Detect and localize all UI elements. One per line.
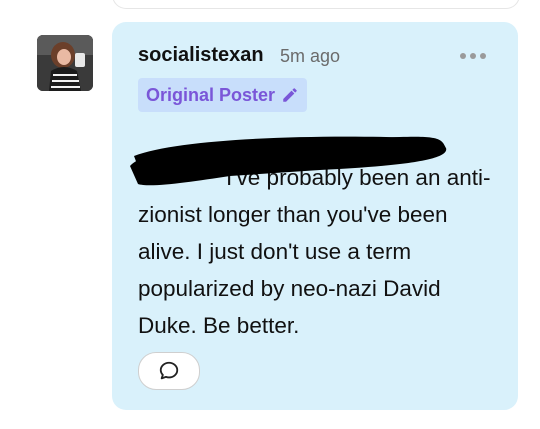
badge-label: Original Poster: [146, 84, 276, 105]
avatar-image: [37, 35, 93, 91]
redaction-scribble: [130, 136, 447, 186]
more-dot: [480, 53, 486, 59]
previous-comment-card: [112, 0, 520, 9]
pencil-icon: [283, 88, 297, 102]
more-dot: [470, 53, 476, 59]
username[interactable]: socialistexan: [138, 44, 264, 67]
more-options-button[interactable]: [460, 53, 486, 59]
original-poster-badge: Original Poster: [138, 78, 308, 112]
timestamp: 5m ago: [280, 46, 341, 66]
more-dot: [460, 53, 466, 59]
reply-button[interactable]: [138, 352, 200, 390]
avatar[interactable]: [37, 35, 93, 91]
comment-bubble-icon: [159, 361, 179, 380]
comment-card: socialistexan 5m ago Original Poster I'v…: [112, 22, 518, 410]
